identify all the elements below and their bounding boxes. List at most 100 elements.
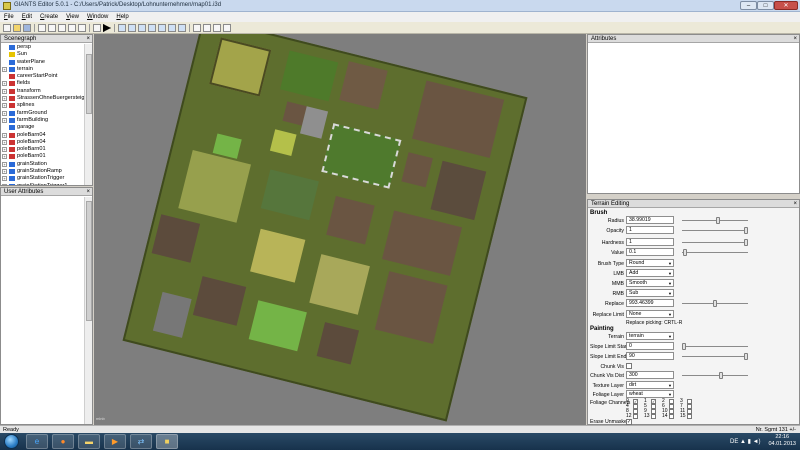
slope-start-input[interactable]: 0 [626,342,674,350]
expand-toggle-icon[interactable]: + [2,176,7,182]
scenegraph-item[interactable]: careerStartPoint [1,73,85,80]
foliage-paint-icon[interactable] [168,24,176,32]
user-attributes-close-icon[interactable]: × [86,188,90,196]
expand-toggle-icon[interactable]: + [2,169,7,175]
scenegraph-item[interactable]: + poleBarn01 [1,146,85,153]
scrollbar-thumb[interactable] [86,201,92,321]
menu-edit[interactable]: Edit [18,12,36,22]
replace-limit-select[interactable]: None ▼ [626,310,674,318]
camera-persp-icon[interactable] [193,24,201,32]
slope-start-slider-knob[interactable] [682,343,686,350]
cut-icon[interactable] [58,24,66,32]
select-icon[interactable] [93,24,101,32]
expand-toggle-icon[interactable]: + [2,81,7,87]
foliage-channel-checkbox[interactable] [633,414,638,419]
scenegraph-item[interactable]: + splines [1,102,85,109]
expand-toggle-icon[interactable]: + [2,139,7,145]
scenegraph-item[interactable]: + fields [1,80,85,87]
terrain-select[interactable]: terrain ▼ [626,332,674,340]
expand-toggle-icon[interactable]: + [2,161,7,167]
scenegraph-item[interactable]: + grainStationRamp [1,168,85,175]
expand-toggle-icon[interactable]: + [2,132,7,138]
menu-file[interactable]: File [0,12,18,22]
new-file-icon[interactable] [3,24,11,32]
value-slider[interactable] [682,249,748,256]
expand-toggle-icon[interactable]: + [2,103,7,109]
terrain-editing-close-icon[interactable]: × [793,200,797,208]
camera-front-icon[interactable] [213,24,221,32]
menu-window[interactable]: Window [83,12,112,22]
hardness-slider[interactable] [682,239,748,246]
expand-toggle-icon[interactable]: + [2,96,7,102]
opacity-slider[interactable] [682,227,748,234]
scenegraph-close-icon[interactable]: × [86,35,90,43]
expand-toggle-icon[interactable]: + [2,66,7,72]
scenegraph-item[interactable]: Sun [1,51,85,58]
system-tray-icons[interactable]: DE ▲ ▮ ◄) [730,438,761,445]
ie-icon[interactable]: e [26,434,48,449]
chunk-vis-dist-slider[interactable] [682,372,748,379]
menu-help[interactable]: Help [112,12,132,22]
texture-paint-icon[interactable] [178,24,186,32]
scenegraph-item[interactable]: waterPlane [1,59,85,66]
slope-end-input[interactable]: 90 [626,352,674,360]
copy-icon[interactable] [68,24,76,32]
opacity-input[interactable]: 1 [626,226,674,234]
menu-create[interactable]: Create [36,12,62,22]
save-icon[interactable] [23,24,31,32]
value-input[interactable]: 0.1 [626,248,674,256]
scenegraph-item[interactable]: + StrassenOhneBuergersteig [1,95,85,102]
media-player-icon[interactable]: ▶ [104,434,126,449]
close-button[interactable]: ✕ [774,1,798,10]
start-button[interactable] [4,434,19,449]
maximize-button[interactable]: □ [757,1,774,10]
brush-type-select[interactable]: Round ▼ [626,259,674,267]
foliage-channel-checkbox[interactable] [687,414,692,419]
scenegraph-item[interactable]: + farmGround [1,110,85,117]
scenegraph-item[interactable]: + grainStationTrigger [1,175,85,182]
terrain-map[interactable] [122,34,528,422]
chunk-vis-dist-input[interactable]: 300 [626,371,674,379]
mmb-select[interactable]: Smooth ▼ [626,279,674,287]
firefox-icon[interactable]: ● [52,434,74,449]
chunk-vis-checkbox[interactable] [626,363,632,369]
scrollbar-thumb[interactable] [86,54,92,114]
scenegraph-item[interactable]: + grainStation [1,161,85,168]
scenegraph-item[interactable]: garage [1,124,85,131]
user-attributes-scrollbar[interactable] [84,197,92,424]
chunk-vis-dist-slider-knob[interactable] [719,372,724,379]
expand-toggle-icon[interactable]: + [2,154,7,160]
camera-side-icon[interactable] [223,24,231,32]
expand-toggle-icon[interactable]: + [2,147,7,153]
scenegraph-item[interactable]: + poleBarn04 [1,132,85,139]
replace-input[interactable]: 993.46399 [626,299,674,307]
tray-clock[interactable]: 22:16 04.01.2013 [768,434,796,448]
slope-start-slider[interactable] [682,343,748,350]
scale-tool-icon[interactable] [138,24,146,32]
scenegraph-item[interactable]: + transform [1,88,85,95]
3d-viewport[interactable]: mlnb [94,34,586,425]
paste-icon[interactable] [78,24,86,32]
expand-toggle-icon[interactable]: + [2,110,7,116]
scenegraph-item[interactable]: + terrain [1,66,85,73]
radius-slider[interactable] [682,217,748,224]
play-icon[interactable] [103,24,111,32]
redo-icon[interactable] [48,24,56,32]
radius-input[interactable]: 38.99019 [626,216,674,224]
scenegraph-scrollbar[interactable] [84,44,92,185]
foliage-channel-checkbox[interactable] [669,414,674,419]
open-folder-icon[interactable] [13,24,21,32]
expand-toggle-icon[interactable]: + [2,183,7,185]
expand-toggle-icon[interactable]: + [2,88,7,94]
expand-toggle-icon[interactable]: + [2,117,7,123]
opacity-slider-knob[interactable] [744,227,748,234]
hardness-slider-knob[interactable] [744,239,748,246]
lmb-select[interactable]: Add ▼ [626,269,674,277]
minimize-button[interactable]: – [740,1,757,10]
scenegraph-item[interactable]: persp [1,44,85,51]
hardness-input[interactable]: 1 [626,238,674,246]
terrain-sculpt-icon[interactable] [148,24,156,32]
explorer-icon[interactable]: ▬ [78,434,100,449]
scenegraph-item[interactable]: + poleBarn01 [1,153,85,160]
move-tool-icon[interactable] [118,24,126,32]
